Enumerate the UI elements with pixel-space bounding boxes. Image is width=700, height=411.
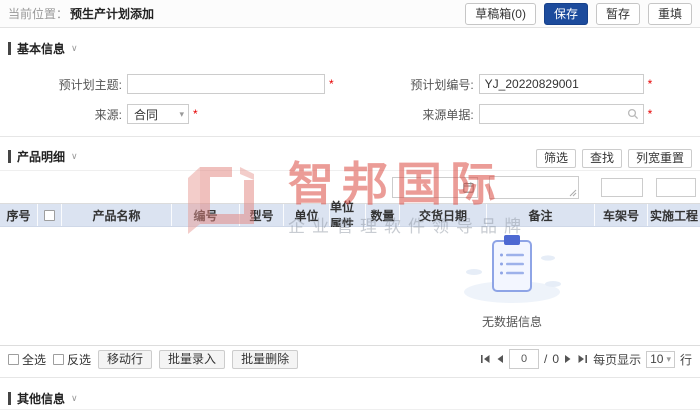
topic-label: 预计划主题: bbox=[0, 76, 127, 93]
col-header-seq: 序号 bbox=[0, 204, 38, 226]
invert-selection-option[interactable]: 反选 bbox=[53, 351, 91, 368]
select-all-option[interactable]: 全选 bbox=[8, 351, 46, 368]
col-header-checkbox bbox=[38, 204, 62, 226]
pagination: / 0 每页显示 10 ▾ 行 bbox=[480, 350, 692, 368]
reset-column-width-button[interactable]: 列宽重置 bbox=[628, 149, 692, 168]
per-page-value: 10 bbox=[650, 352, 663, 366]
last-page-icon[interactable] bbox=[577, 354, 588, 364]
source-label: 来源: bbox=[0, 106, 127, 123]
source-doc-search bbox=[479, 104, 644, 124]
section-divider bbox=[0, 377, 700, 378]
source-select[interactable]: 合同 ▾ bbox=[127, 104, 189, 124]
filter-button[interactable]: 筛选 bbox=[536, 149, 576, 168]
form-row-1: 预计划主题: * 预计划编号: * bbox=[0, 72, 652, 96]
per-page-select[interactable]: 10 ▾ bbox=[646, 351, 675, 368]
draftbox-button[interactable]: 草稿箱(0) bbox=[465, 3, 536, 25]
delivery-date-quick-input[interactable] bbox=[392, 177, 478, 198]
select-all-label: 全选 bbox=[22, 351, 46, 368]
impl-project-quick-input[interactable] bbox=[656, 178, 696, 197]
section-divider bbox=[0, 136, 700, 137]
section-bar bbox=[8, 392, 11, 405]
section-bar bbox=[8, 42, 11, 55]
page-separator: / bbox=[544, 352, 547, 366]
find-button[interactable]: 查找 bbox=[582, 149, 622, 168]
col-header-unit: 单位 bbox=[284, 204, 330, 226]
refill-button[interactable]: 重填 bbox=[648, 3, 692, 25]
pre-production-plan-add-page: { "topbar": { "location_label": "当前位置：",… bbox=[0, 0, 700, 411]
required-mark: * bbox=[193, 107, 198, 121]
other-info-section-header[interactable]: 其他信息 ∨ bbox=[8, 390, 78, 407]
product-table-body bbox=[0, 227, 700, 346]
calendar-icon[interactable] bbox=[463, 182, 474, 193]
topic-input[interactable] bbox=[127, 74, 325, 94]
col-header-delivery-date: 交货日期 bbox=[400, 204, 487, 226]
chevron-down-icon: ▾ bbox=[179, 109, 184, 120]
select-all-footer-checkbox[interactable] bbox=[8, 354, 19, 365]
search-icon[interactable] bbox=[627, 108, 639, 120]
resize-grip-icon[interactable] bbox=[569, 189, 577, 197]
col-header-qty: 数量 bbox=[366, 204, 400, 226]
table-footer-toolbar: 全选 反选 移动行 批量录入 批量删除 bbox=[8, 350, 298, 368]
form-row-2: 来源: 合同 ▾ * 来源单据: * bbox=[0, 102, 652, 126]
basic-info-section-header[interactable]: 基本信息 ∨ bbox=[8, 40, 78, 57]
empty-data-icon bbox=[460, 232, 564, 304]
source-doc-input[interactable] bbox=[479, 104, 644, 124]
remark-quick-textarea[interactable] bbox=[489, 176, 579, 199]
next-page-icon[interactable] bbox=[564, 354, 572, 364]
col-header-frame-number: 车架号 bbox=[595, 204, 648, 226]
divider bbox=[0, 409, 700, 410]
empty-state: 无数据信息 bbox=[452, 232, 572, 330]
col-header-impl-project: 实施工程 bbox=[648, 204, 700, 226]
breadcrumb-label: 当前位置： bbox=[8, 5, 68, 22]
current-page-input[interactable] bbox=[509, 349, 539, 369]
move-row-button[interactable]: 移动行 bbox=[98, 350, 152, 369]
chevron-down-icon[interactable]: ∨ bbox=[71, 393, 78, 404]
batch-entry-button[interactable]: 批量录入 bbox=[159, 350, 225, 369]
per-page-label: 每页显示 bbox=[593, 351, 641, 368]
source-doc-label: 来源单据: bbox=[349, 106, 479, 123]
temp-save-button[interactable]: 暂存 bbox=[596, 3, 640, 25]
page-title: 预生产计划添加 bbox=[70, 5, 154, 22]
invert-selection-label: 反选 bbox=[67, 351, 91, 368]
product-detail-section-header[interactable]: 产品明细 ∨ bbox=[8, 148, 78, 165]
total-pages: 0 bbox=[552, 352, 559, 366]
source-select-value: 合同 bbox=[134, 106, 158, 123]
basic-info-title: 基本信息 bbox=[17, 40, 65, 57]
section-bar bbox=[8, 150, 11, 163]
col-header-product-name: 产品名称 bbox=[62, 204, 172, 226]
empty-data-text: 无数据信息 bbox=[452, 313, 572, 330]
col-header-model: 型号 bbox=[240, 204, 284, 226]
plan-number-input[interactable] bbox=[479, 74, 644, 94]
prev-page-icon[interactable] bbox=[496, 354, 504, 364]
col-header-remark: 备注 bbox=[487, 204, 595, 226]
number-label: 预计划编号: bbox=[349, 76, 479, 93]
required-mark: * bbox=[329, 77, 334, 91]
topbar-buttons: 草稿箱(0) 保存 暂存 重填 bbox=[465, 3, 692, 25]
chevron-down-icon: ▾ bbox=[666, 354, 671, 365]
required-mark: * bbox=[648, 77, 653, 91]
col-header-code: 编号 bbox=[172, 204, 240, 226]
col-header-unit-attr: 单位属性 bbox=[330, 204, 366, 226]
save-button[interactable]: 保存 bbox=[544, 3, 588, 25]
chevron-down-icon[interactable]: ∨ bbox=[71, 151, 78, 162]
topbar: 当前位置： 预生产计划添加 草稿箱(0) 保存 暂存 重填 bbox=[0, 0, 700, 28]
table-action-buttons: 筛选 查找 列宽重置 bbox=[536, 149, 692, 168]
first-page-icon[interactable] bbox=[480, 354, 491, 364]
divider bbox=[0, 170, 700, 171]
product-detail-title: 产品明细 bbox=[17, 148, 65, 165]
invert-selection-checkbox[interactable] bbox=[53, 354, 64, 365]
product-table-header: 序号 产品名称 编号 型号 单位 单位属性 数量 交货日期 备注 车架号 实施工… bbox=[0, 203, 700, 227]
select-all-checkbox[interactable] bbox=[44, 210, 55, 221]
chevron-down-icon[interactable]: ∨ bbox=[71, 43, 78, 54]
required-mark: * bbox=[648, 107, 653, 121]
batch-delete-button[interactable]: 批量删除 bbox=[232, 350, 298, 369]
frame-number-quick-input[interactable] bbox=[601, 178, 643, 197]
per-page-unit: 行 bbox=[680, 351, 692, 368]
other-info-title: 其他信息 bbox=[17, 390, 65, 407]
